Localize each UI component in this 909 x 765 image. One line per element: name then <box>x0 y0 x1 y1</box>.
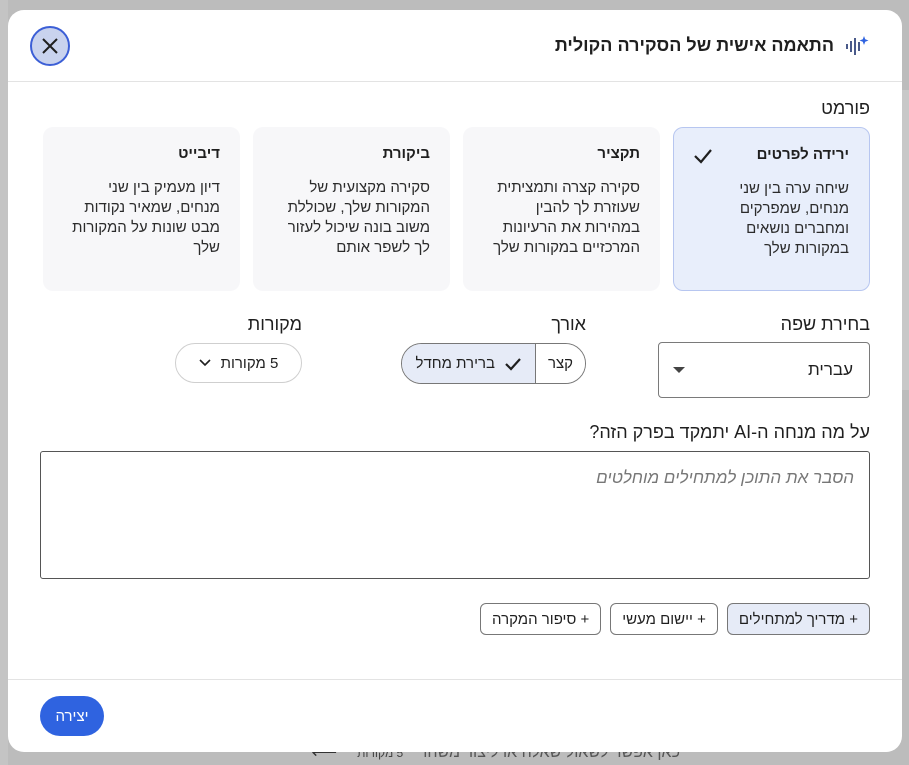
create-button[interactable]: יצירה <box>40 696 104 736</box>
format-label: פורמט <box>821 98 870 118</box>
suggestion-chips: + מדריך למתחילים + יישום מעשי + סיפור המ… <box>480 603 870 635</box>
close-button[interactable] <box>30 25 70 66</box>
footer-divider <box>8 679 902 680</box>
check-icon <box>505 357 521 371</box>
dropdown-caret-icon <box>673 367 685 373</box>
customize-audio-overview-dialog: התאמה אישית של הסקירה הקולית פורמט ירידה… <box>8 10 902 752</box>
sources-value: 5 מקורות <box>220 354 279 372</box>
format-card-title: ביקורת <box>382 145 430 162</box>
audio-sparkle-icon <box>844 33 870 59</box>
format-card-brief[interactable]: תקציר סקירה קצרה ותמציתית שעוזרת לך להבי… <box>463 127 660 291</box>
length-option-default[interactable]: ברירת מחדל <box>401 344 536 383</box>
format-card-title: תקציר <box>597 145 640 162</box>
sources-dropdown[interactable]: 5 מקורות <box>175 343 302 383</box>
chip-case-story[interactable]: + סיפור המקרה <box>480 603 602 635</box>
dialog-header: התאמה אישית של הסקירה הקולית <box>8 10 902 82</box>
background-left-strip <box>0 0 8 765</box>
focus-label: על מה מנחה ה-AI יתמקד בפרק הזה? <box>589 422 870 442</box>
check-icon <box>694 149 712 164</box>
background-right-strip <box>902 90 909 390</box>
format-card-description: דיון מעמיק בין שני מנחים, שמאיר נקודות מ… <box>72 179 220 256</box>
length-option-label: ברירת מחדל <box>415 355 495 372</box>
format-card-deep-dive[interactable]: ירידה לפרטים שיחה ערה בין שני מנחים, שמפ… <box>673 127 870 291</box>
dialog-title: התאמה אישית של הסקירה הקולית <box>554 35 834 55</box>
language-select[interactable]: עברית <box>658 342 870 398</box>
length-segmented-control: קצר ברירת מחדל <box>400 343 586 384</box>
chevron-down-icon <box>199 359 211 367</box>
language-label: בחירת שפה <box>780 314 870 334</box>
format-card-title: ירידה לפרטים <box>756 146 849 163</box>
close-icon <box>42 37 58 54</box>
length-label: אורך <box>551 314 586 334</box>
format-card-description: שיחה ערה בין שני מנחים, שמפרקים ומחברים … <box>739 180 849 257</box>
format-card-description: סקירה מקצועית של המקורות שלך, שכוללת משו… <box>287 179 430 256</box>
dialog-title-wrap: התאמה אישית של הסקירה הקולית <box>555 33 870 59</box>
format-cards: ירידה לפרטים שיחה ערה בין שני מנחים, שמפ… <box>40 127 870 291</box>
length-option-short[interactable]: קצר <box>535 344 585 383</box>
format-card-critique[interactable]: ביקורת סקירה מקצועית של המקורות שלך, שכו… <box>253 127 450 291</box>
sources-label: מקורות <box>247 314 302 334</box>
chip-practical-application[interactable]: + יישום מעשי <box>610 603 718 635</box>
format-card-title: דיבייט <box>178 145 220 162</box>
format-card-debate[interactable]: דיבייט דיון מעמיק בין שני מנחים, שמאיר נ… <box>43 127 240 291</box>
chip-beginner-guide[interactable]: + מדריך למתחילים <box>726 603 870 635</box>
language-value: עברית <box>808 360 853 379</box>
format-card-description: סקירה קצרה ותמציתית שעוזרת לך להבין במהי… <box>493 179 640 256</box>
focus-textarea[interactable] <box>40 451 870 579</box>
length-option-label: קצר <box>547 355 573 372</box>
